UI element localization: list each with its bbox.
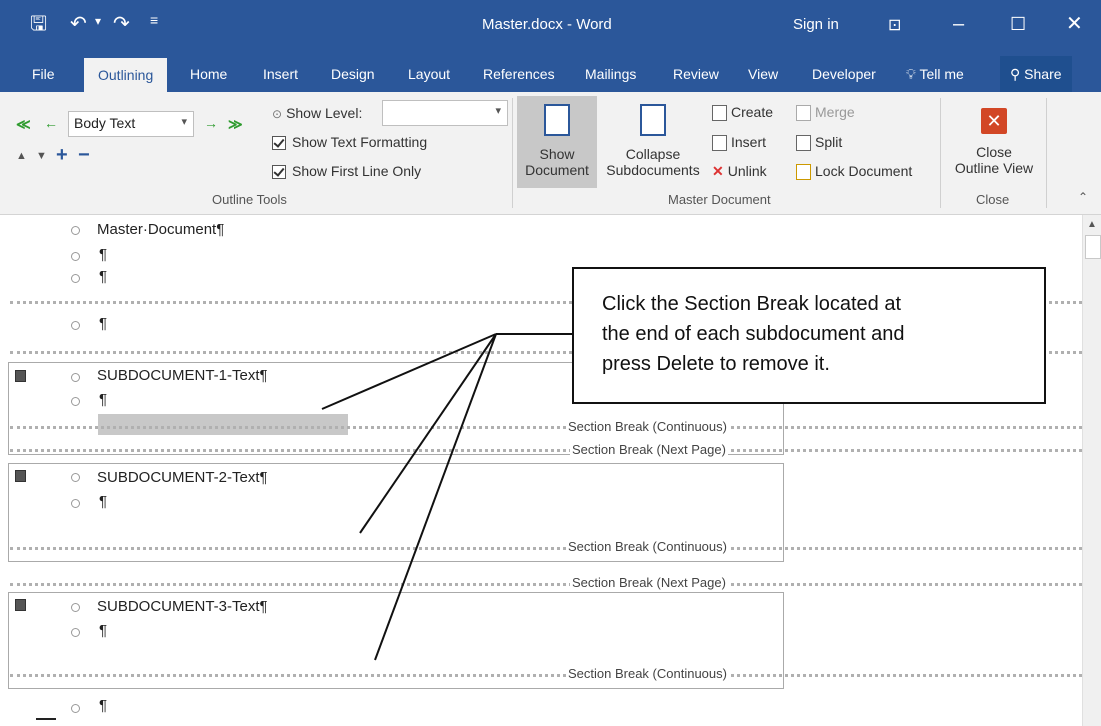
callout-text-line: Click the Section Break located at bbox=[602, 293, 902, 315]
callout-text-line: the end of each subdocument and bbox=[602, 323, 905, 345]
callout-box: Click the Section Break located at the e… bbox=[572, 267, 1046, 404]
callout-line bbox=[374, 333, 497, 661]
callout-text-line: press Delete to remove it. bbox=[602, 353, 830, 375]
